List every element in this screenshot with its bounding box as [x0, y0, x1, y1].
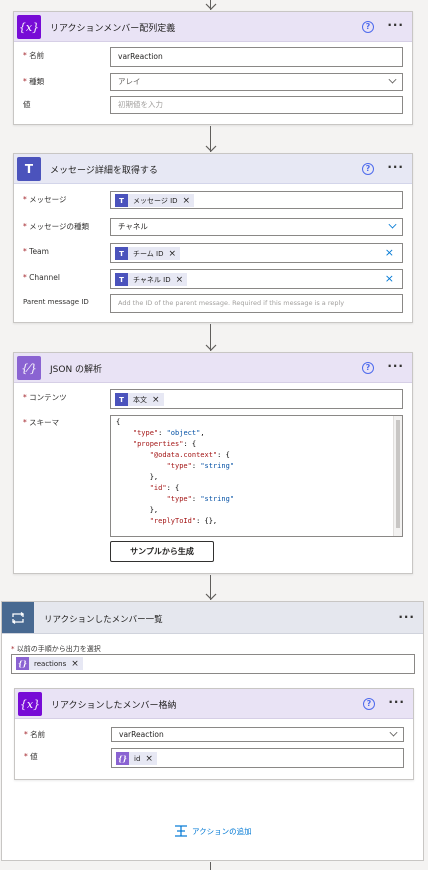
variable-icon: {x} — [17, 15, 41, 39]
reactions-token[interactable]: {} reactions × — [16, 657, 83, 670]
card-title: JSON の解析 — [50, 365, 103, 375]
connector-arrow — [203, 575, 219, 602]
scrollbar[interactable] — [393, 416, 402, 536]
remove-token-icon[interactable]: × — [176, 275, 184, 285]
card-title: リアクションメンバー配列定義 — [50, 24, 176, 34]
remove-token-icon[interactable]: × — [152, 395, 160, 405]
parse-json-card[interactable]: {⁄} JSON の解析 ? ··· * コンテンツ T 本文 × * スキーマ… — [13, 352, 413, 574]
channel-id-token[interactable]: T チャネル ID × — [115, 273, 188, 286]
card-title: メッセージ詳細を取得する — [50, 166, 158, 176]
help-icon[interactable]: ? — [362, 163, 374, 175]
generate-from-sample-button[interactable]: サンプルから生成 — [110, 541, 214, 562]
id-token[interactable]: {} id × — [116, 752, 157, 765]
remove-token-icon[interactable]: × — [71, 659, 79, 669]
team-field[interactable]: T チーム ID × × — [110, 243, 403, 263]
message-field[interactable]: T メッセージ ID × — [110, 191, 403, 209]
json-icon: {⁄} — [17, 356, 41, 380]
name-select[interactable]: varReaction — [111, 727, 404, 742]
teams-icon: T — [17, 157, 41, 181]
chevron-down-icon — [388, 220, 397, 229]
content-label: * コンテンツ — [23, 393, 67, 402]
channel-label: * Channel — [23, 273, 60, 282]
loop-icon — [2, 602, 34, 633]
clear-icon[interactable]: × — [385, 270, 394, 288]
teams-icon: T — [115, 247, 128, 260]
message-id-token[interactable]: T メッセージ ID × — [115, 194, 195, 207]
json-icon: {} — [16, 657, 29, 670]
connector-arrow — [203, 324, 219, 353]
chevron-down-icon — [388, 75, 397, 84]
chevron-down-icon — [389, 728, 398, 737]
type-label: * 種類 — [23, 77, 45, 86]
message-label: * メッセージ — [23, 195, 67, 204]
value-input[interactable]: 初期値を入力 — [110, 96, 403, 114]
apply-to-each-container[interactable]: リアクションしたメンバー一覧 ··· * 以前の手順から出力を選択 {} rea… — [1, 601, 424, 861]
variable-icon: {x} — [18, 692, 42, 716]
help-icon[interactable]: ? — [363, 698, 375, 710]
remove-token-icon[interactable]: × — [183, 196, 191, 206]
card-header[interactable]: {x} リアクションしたメンバー格納 ? ··· — [15, 689, 413, 719]
team-label: * Team — [23, 247, 49, 256]
help-icon[interactable]: ? — [362, 362, 374, 374]
connector-arrow — [203, 126, 219, 154]
add-action-icon — [175, 825, 187, 837]
more-options-icon[interactable]: ··· — [388, 695, 405, 709]
card-header[interactable]: T メッセージ詳細を取得する ? ··· — [14, 154, 412, 184]
more-options-icon[interactable]: ··· — [398, 610, 415, 624]
schema-label: * スキーマ — [23, 418, 60, 427]
json-icon: {} — [116, 752, 129, 765]
append-to-array-card[interactable]: {x} リアクションしたメンバー格納 ? ··· * 名前 varReactio… — [14, 688, 414, 780]
loop-header[interactable]: リアクションしたメンバー一覧 ··· — [2, 602, 423, 634]
name-input[interactable]: varReaction — [110, 47, 403, 67]
select-output-label: * 以前の手順から出力を選択 — [11, 645, 101, 653]
body-token[interactable]: T 本文 × — [115, 393, 164, 406]
clear-icon[interactable]: × — [385, 244, 394, 262]
card-header[interactable]: {⁄} JSON の解析 ? ··· — [14, 353, 412, 383]
value-label: 値 — [23, 100, 31, 109]
teams-icon: T — [115, 194, 128, 207]
channel-field[interactable]: T チャネル ID × × — [110, 269, 403, 289]
value-label: * 値 — [24, 752, 38, 761]
type-select-value: アレイ — [118, 77, 141, 86]
teams-icon: T — [115, 393, 128, 406]
team-id-token[interactable]: T チーム ID × — [115, 247, 181, 260]
get-message-details-card[interactable]: T メッセージ詳細を取得する ? ··· * メッセージ T メッセージ ID … — [13, 153, 413, 323]
message-type-select[interactable]: チャネル — [110, 218, 403, 236]
type-select[interactable]: アレイ — [110, 73, 403, 91]
schema-editor[interactable]: { "type": "object", "properties": { "@od… — [110, 415, 403, 537]
parent-message-input[interactable]: Add the ID of the parent message. Requir… — [110, 294, 403, 313]
value-field[interactable]: {} id × — [111, 748, 404, 768]
more-options-icon[interactable]: ··· — [387, 359, 404, 373]
teams-icon: T — [115, 273, 128, 286]
remove-token-icon[interactable]: × — [145, 754, 153, 764]
name-label: * 名前 — [24, 730, 46, 739]
name-label: * 名前 — [23, 51, 45, 60]
content-field[interactable]: T 本文 × — [110, 389, 403, 409]
more-options-icon[interactable]: ··· — [387, 160, 404, 174]
initialize-variable-card[interactable]: {x} リアクションメンバー配列定義 ? ··· * 名前 varReactio… — [13, 11, 413, 125]
message-type-label: * メッセージの種類 — [23, 222, 89, 231]
help-icon[interactable]: ? — [362, 21, 374, 33]
connector-arrow — [203, 862, 219, 870]
add-action-button[interactable]: アクションの追加 — [174, 825, 252, 837]
remove-token-icon[interactable]: × — [168, 249, 176, 259]
loop-title: リアクションしたメンバー一覧 — [44, 615, 163, 625]
select-output-field[interactable]: {} reactions × — [11, 654, 415, 674]
card-title: リアクションしたメンバー格納 — [51, 701, 177, 711]
more-options-icon[interactable]: ··· — [387, 18, 404, 32]
parent-message-label: Parent message ID — [23, 298, 89, 306]
card-header[interactable]: {x} リアクションメンバー配列定義 ? ··· — [14, 12, 412, 42]
